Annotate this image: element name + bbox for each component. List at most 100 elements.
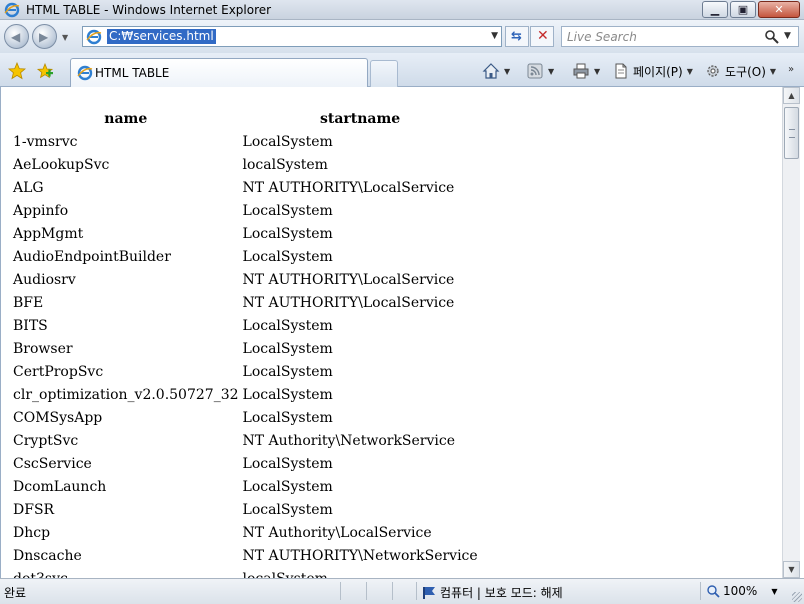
page-menu-label: 페이지(P) [633,64,683,79]
gear-icon [707,65,719,77]
address-url[interactable]: C:₩services.html [107,29,216,44]
scroll-thumb[interactable] [784,107,799,159]
table-row: Audiosrv NT AUTHORITY\LocalService [11,268,480,291]
address-bar[interactable]: C:₩services.html ▼ [82,26,502,47]
security-zone[interactable]: 컴퓨터 | 보호 모드: 해제 [422,584,563,601]
table-row: CryptSvc NT Authority\NetworkService [11,429,480,452]
service-name-cell: Appinfo [13,202,69,219]
page-menu-button[interactable]: 페이지(P) ▼ [612,61,693,81]
home-button[interactable]: ▼ [482,61,510,81]
table-row: BFE NT AUTHORITY\LocalService [11,291,480,314]
close-button[interactable]: ✕ [758,1,800,18]
service-startname-cell: LocalSystem [242,202,333,219]
tools-menu-label: 도구(O) [725,64,766,79]
forward-button[interactable]: ▶ [32,24,57,49]
service-startname-cell: LocalSystem [242,478,333,495]
feeds-button[interactable]: ▼ [526,61,554,81]
vertical-scrollbar[interactable]: ▲ ▼ [782,87,800,578]
forward-arrow-icon: ▶ [39,30,49,44]
table-row: clr_optimization_v2.0.50727_32 LocalSyste… [11,383,480,406]
resize-grip[interactable] [792,592,802,602]
service-startname-cell: NT AUTHORITY\LocalService [242,294,455,311]
favorites-star-icon[interactable] [8,62,26,80]
stop-button[interactable]: ✕ [530,26,554,47]
minimize-button[interactable]: ▁ [702,1,728,18]
service-name-cell: AudioEndpointBuilder [13,248,171,265]
column-header-startname: startname [319,111,401,127]
table-row: BITS LocalSystem [11,314,480,337]
scroll-down-icon: ▼ [788,565,795,574]
page-dropdown-icon: ▼ [686,66,693,76]
home-dropdown-icon: ▼ [504,66,511,76]
service-startname-cell: NT AUTHORITY\LocalService [242,179,455,196]
service-startname-cell: LocalSystem [242,386,333,403]
zoom-control[interactable]: 100% ▼ [706,584,777,598]
status-divider [416,582,417,600]
service-name-cell: AeLookupSvc [13,156,110,173]
table-row: Dnscache NT AUTHORITY\NetworkService [11,544,480,567]
status-divider [366,582,367,600]
table-row: AudioEndpointBuilder LocalSystem [11,245,480,268]
maximize-icon: ▣ [737,3,749,16]
service-startname-cell: LocalSystem [242,133,333,150]
table-row: COMSysApp LocalSystem [11,406,480,429]
table-row: Appinfo LocalSystem [11,199,480,222]
add-favorites-icon[interactable] [36,62,54,80]
stop-icon: ✕ [537,28,549,44]
service-name-cell: Dnscache [13,547,82,564]
window-title: HTML TABLE - Windows Internet Explorer [26,3,272,17]
tools-menu-button[interactable]: 도구(O) ▼ [704,61,776,81]
service-name-cell: Dhcp [13,524,51,541]
service-startname-cell: NT AUTHORITY\NetworkService [242,547,478,564]
search-dropdown-icon[interactable]: ▼ [784,31,791,41]
service-name-cell: CscService [13,455,92,472]
address-dropdown-icon[interactable]: ▼ [491,31,498,41]
service-startname-cell: localSystem [242,156,328,173]
search-input[interactable] [564,28,764,45]
more-commands-icon[interactable]: » [788,64,794,75]
table-row: Browser LocalSystem [11,337,480,360]
new-tab-button[interactable] [370,60,398,87]
refresh-icon: ⇆ [511,29,522,44]
tab-row: HTML TABLE ▼ ▼ ▼ 페이지(P) ▼ 도구(O) ▼ » [0,53,804,87]
close-icon: ✕ [774,3,784,16]
status-divider [700,582,701,600]
service-name-cell: CryptSvc [13,432,79,449]
tools-dropdown-icon: ▼ [769,66,777,76]
service-name-cell: DFSR [13,501,55,518]
back-arrow-icon: ◀ [11,30,21,44]
table-row: CertPropSvc LocalSystem [11,360,480,383]
print-button[interactable]: ▼ [572,61,600,81]
service-startname-cell: NT AUTHORITY\LocalService [242,271,455,288]
service-name-cell: Browser [13,340,73,357]
service-startname-cell: LocalSystem [242,317,333,334]
scroll-up-button[interactable]: ▲ [783,87,800,104]
service-startname-cell: LocalSystem [242,340,333,357]
back-button[interactable]: ◀ [4,24,29,49]
search-icon[interactable] [764,29,780,45]
service-startname-cell: LocalSystem [242,409,333,426]
refresh-button[interactable]: ⇆ [505,26,529,47]
service-name-cell: DcomLaunch [13,478,107,495]
maximize-button[interactable]: ▣ [730,1,756,18]
service-name-cell: dot3svc [11,567,241,579]
service-startname-cell: LocalSystem [242,455,333,472]
service-name-cell: BITS [13,317,48,334]
table-row: DcomLaunch LocalSystem [11,475,480,498]
search-box[interactable]: ▼ [561,26,799,47]
address-row: ◀ ▶ ▼ C:₩services.html ▼ ⇆ ✕ ▼ [0,20,804,53]
service-startname-cell: LocalSystem [242,501,333,518]
scroll-down-button[interactable]: ▼ [783,561,800,578]
service-startname-cell: LocalSystem [242,363,333,380]
table-row: AeLookupSvc localSystem [11,153,480,176]
print-dropdown-icon: ▼ [594,66,601,76]
service-name-cell: clr_optimization_v2.0.50727_32 [13,386,239,403]
status-divider [340,582,341,600]
tab-html-table[interactable]: HTML TABLE [70,58,368,87]
history-dropdown-icon[interactable]: ▼ [62,33,68,42]
services-table: name startname 1-vmsrvc LocalSystem AeLook… [11,108,480,578]
title-bar[interactable]: HTML TABLE - Windows Internet Explorer ▁… [0,0,804,20]
security-zone-label: 컴퓨터 | 보호 모드: 해제 [440,586,563,600]
service-startname-cell: LocalSystem [242,225,333,242]
tab-ie-icon [77,65,93,81]
